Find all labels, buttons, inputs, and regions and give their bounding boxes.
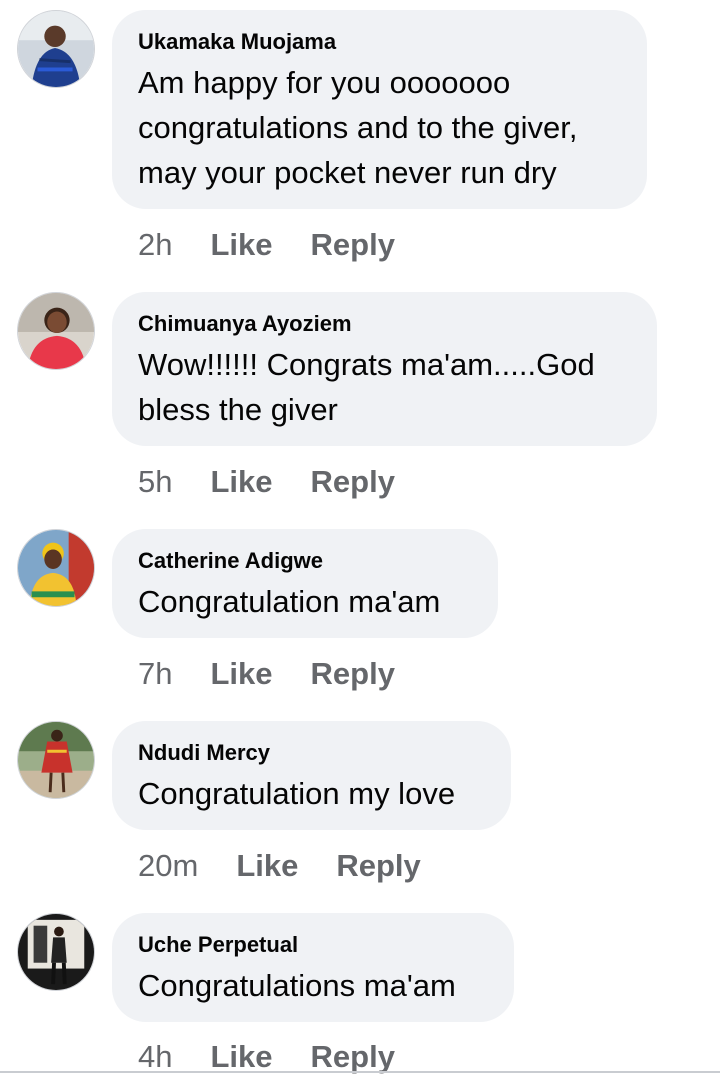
comment-text-line: may your pocket never run dry (138, 155, 557, 190)
comment-author[interactable]: Ukamaka Muojama (138, 30, 619, 54)
avatar[interactable] (17, 10, 95, 88)
comment-text-line: Am happy for you ooooooo (138, 65, 511, 100)
comment-actions: 20m Like Reply (138, 846, 421, 886)
reply-button[interactable]: Reply (311, 1039, 395, 1075)
like-button[interactable]: Like (210, 656, 272, 692)
comment-actions: 2h Like Reply (138, 225, 395, 265)
comment-actions: 5h Like Reply (138, 462, 395, 502)
comment-bubble: Ndudi Mercy Congratulation my love (112, 721, 511, 830)
comment-actions: 7h Like Reply (138, 654, 395, 694)
comment-author[interactable]: Uche Perpetual (138, 933, 486, 957)
comment-bubble: Uche Perpetual Congratulations ma'am (112, 913, 514, 1022)
user-photo-icon (18, 293, 94, 369)
like-button[interactable]: Like (210, 464, 272, 500)
comment-timestamp[interactable]: 20m (138, 848, 198, 884)
comment-text-line: bless the giver (138, 392, 338, 427)
comment-text-line: Congratulation my love (138, 776, 456, 811)
avatar[interactable] (17, 913, 95, 991)
comment-timestamp[interactable]: 5h (138, 464, 172, 500)
comment-timestamp[interactable]: 7h (138, 656, 172, 692)
comment-author[interactable]: Catherine Adigwe (138, 549, 470, 573)
reply-button[interactable]: Reply (336, 848, 420, 884)
reply-button[interactable]: Reply (311, 227, 395, 263)
like-button[interactable]: Like (236, 848, 298, 884)
bottom-divider (0, 1071, 720, 1073)
comment-timestamp[interactable]: 4h (138, 1039, 172, 1075)
like-button[interactable]: Like (210, 1039, 272, 1075)
comment-text-line: Congratulation ma'am (138, 584, 441, 619)
avatar[interactable] (17, 721, 95, 799)
avatar[interactable] (17, 529, 95, 607)
user-photo-icon (18, 722, 94, 798)
comment-author[interactable]: Ndudi Mercy (138, 741, 483, 765)
reply-button[interactable]: Reply (311, 656, 395, 692)
comment-bubble: Chimuanya Ayoziem Wow!!!!!! Congrats ma'… (112, 292, 657, 446)
comment-text-line: Wow!!!!!! Congrats ma'am.....God (138, 347, 595, 382)
comments-feed: Ukamaka Muojama Am happy for you ooooooo… (0, 0, 720, 1078)
comment-text-line: Congratulations ma'am (138, 968, 456, 1003)
avatar[interactable] (17, 292, 95, 370)
comment-bubble: Catherine Adigwe Congratulation ma'am (112, 529, 498, 638)
like-button[interactable]: Like (210, 227, 272, 263)
user-photo-icon (18, 530, 94, 606)
reply-button[interactable]: Reply (311, 464, 395, 500)
comment-timestamp[interactable]: 2h (138, 227, 172, 263)
comment-bubble: Ukamaka Muojama Am happy for you ooooooo… (112, 10, 647, 209)
user-photo-icon (18, 11, 94, 87)
comment-author[interactable]: Chimuanya Ayoziem (138, 312, 629, 336)
comment-text-line: congratulations and to the giver, (138, 110, 578, 145)
user-photo-icon (18, 914, 94, 990)
